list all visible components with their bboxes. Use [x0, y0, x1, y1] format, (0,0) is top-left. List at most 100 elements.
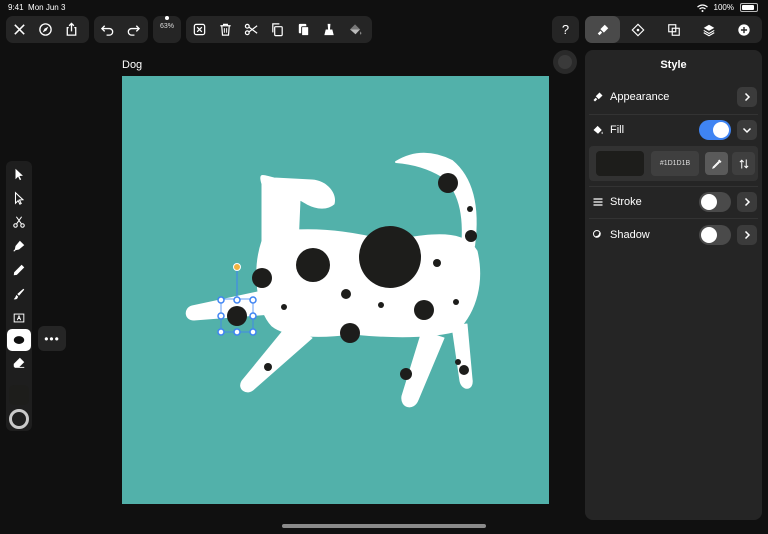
share-button[interactable]	[58, 16, 84, 43]
shadow-expand-button[interactable]	[737, 225, 757, 245]
paste-button[interactable]	[290, 16, 316, 43]
overlap-squares-icon	[667, 23, 680, 36]
fill-color-swatch[interactable]	[596, 151, 644, 176]
rotation-handle[interactable]	[233, 263, 241, 271]
document-settings-button[interactable]	[32, 16, 58, 43]
fill-collapse-button[interactable]	[737, 120, 757, 140]
tab-layers[interactable]	[691, 16, 726, 43]
fill-toggle[interactable]	[699, 120, 731, 140]
fill-hex-value[interactable]: #1D1D1B	[651, 151, 699, 176]
scrubber-control[interactable]	[553, 50, 577, 74]
text-tool[interactable]	[7, 307, 31, 329]
toolbar-file-group	[6, 16, 89, 43]
tool-rail	[6, 161, 32, 431]
stroke-color-well[interactable]	[7, 407, 31, 431]
shadow-toggle[interactable]	[699, 225, 731, 245]
compass-icon	[38, 23, 52, 36]
paint-bucket-icon	[593, 125, 603, 135]
inspector-tabs	[585, 16, 762, 43]
eraser-tool[interactable]	[7, 352, 31, 374]
select-tool[interactable]	[7, 163, 31, 185]
zoom-indicator-dot	[165, 16, 169, 20]
scissors-tool[interactable]	[7, 211, 31, 233]
tab-insert[interactable]	[727, 16, 762, 43]
fill-bucket-button[interactable]	[342, 16, 368, 43]
home-indicator[interactable]	[282, 524, 486, 528]
shape-tool[interactable]	[7, 329, 31, 351]
shadow-label: Shadow	[610, 229, 650, 241]
chevron-right-icon	[744, 92, 751, 102]
stroke-row[interactable]: Stroke	[592, 191, 757, 213]
brush-tool[interactable]	[7, 283, 31, 305]
appearance-label: Appearance	[610, 91, 670, 103]
trash-icon	[219, 23, 231, 36]
appearance-row[interactable]: Appearance	[592, 86, 757, 108]
text-box-icon	[13, 313, 25, 323]
pencil-tool[interactable]	[7, 259, 31, 281]
fill-color-well[interactable]	[7, 383, 31, 407]
paste-style-button[interactable]	[316, 16, 342, 43]
more-options-button[interactable]: •••	[38, 326, 66, 351]
brush-icon	[13, 288, 25, 300]
dog-illustration	[185, 152, 481, 408]
battery-percent: 100%	[713, 3, 734, 12]
zoom-level: 63%	[159, 23, 174, 30]
stroke-expand-button[interactable]	[737, 192, 757, 212]
eyedropper-icon	[711, 159, 721, 169]
pencil-icon	[13, 264, 25, 276]
deselect-icon	[193, 23, 205, 36]
paste-icon	[298, 23, 309, 37]
copy-button[interactable]	[264, 16, 290, 43]
document-title: Dog	[122, 59, 143, 71]
ellipsis-icon: •••	[44, 331, 60, 346]
plus-circle-icon	[738, 23, 751, 36]
paint-bucket-icon	[349, 24, 361, 35]
wifi-icon	[696, 3, 708, 12]
status-bar: 9:41 Mon Jun 3 100%	[0, 0, 768, 16]
diamond-nodes-icon	[631, 23, 645, 36]
eraser-icon	[13, 357, 25, 368]
fill-type-button[interactable]	[732, 152, 755, 175]
close-button[interactable]	[6, 16, 32, 43]
tab-path-operations[interactable]	[656, 16, 691, 43]
redo-icon	[127, 25, 140, 36]
appearance-icon	[593, 92, 603, 102]
stroke-label: Stroke	[610, 196, 642, 208]
cut-button[interactable]	[238, 16, 264, 43]
toolbar-edit-group	[186, 16, 372, 43]
style-brush-icon	[597, 24, 608, 35]
artboard-canvas[interactable]	[122, 76, 549, 504]
battery-icon	[740, 3, 758, 12]
ellipse-icon	[13, 336, 25, 344]
scissors-icon	[244, 23, 257, 36]
fill-label: Fill	[610, 124, 625, 136]
fill-color-swatch	[9, 385, 29, 405]
tab-style[interactable]	[585, 16, 621, 43]
pen-nib-icon	[13, 240, 25, 252]
toolbar-history-group	[94, 16, 148, 43]
undo-button[interactable]	[94, 16, 120, 43]
delete-button[interactable]	[212, 16, 238, 43]
pen-tool[interactable]	[7, 235, 31, 257]
direct-select-tool[interactable]	[7, 187, 31, 209]
fill-row[interactable]: Fill	[592, 119, 757, 141]
status-date: Mon Jun 3	[28, 3, 66, 12]
deselect-button[interactable]	[186, 16, 212, 43]
stroke-toggle[interactable]	[699, 192, 731, 212]
swap-arrows-icon	[739, 159, 748, 168]
help-button[interactable]: ?	[552, 16, 579, 43]
shadow-row[interactable]: Shadow	[592, 224, 757, 246]
eyedropper-button[interactable]	[705, 152, 728, 175]
paste-style-icon	[323, 23, 334, 36]
zoom-control[interactable]: 63%	[153, 16, 181, 43]
shadow-icon	[593, 230, 601, 238]
arrow-pointer-icon	[15, 168, 23, 181]
appearance-expand-button[interactable]	[737, 87, 757, 107]
status-time: 9:41	[8, 3, 24, 12]
layers-icon	[703, 24, 715, 36]
panel-title: Style	[660, 59, 687, 71]
dog-body-shape	[185, 152, 481, 408]
tab-arrange[interactable]	[620, 16, 655, 43]
redo-button[interactable]	[120, 16, 146, 43]
question-mark-icon: ?	[561, 22, 570, 37]
